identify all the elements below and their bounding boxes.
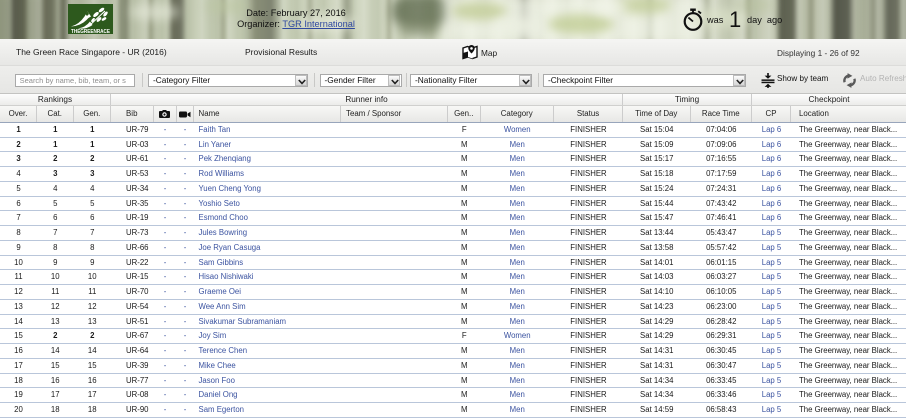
svg-text:THEGREENRACE: THEGREENRACE <box>71 29 110 34</box>
